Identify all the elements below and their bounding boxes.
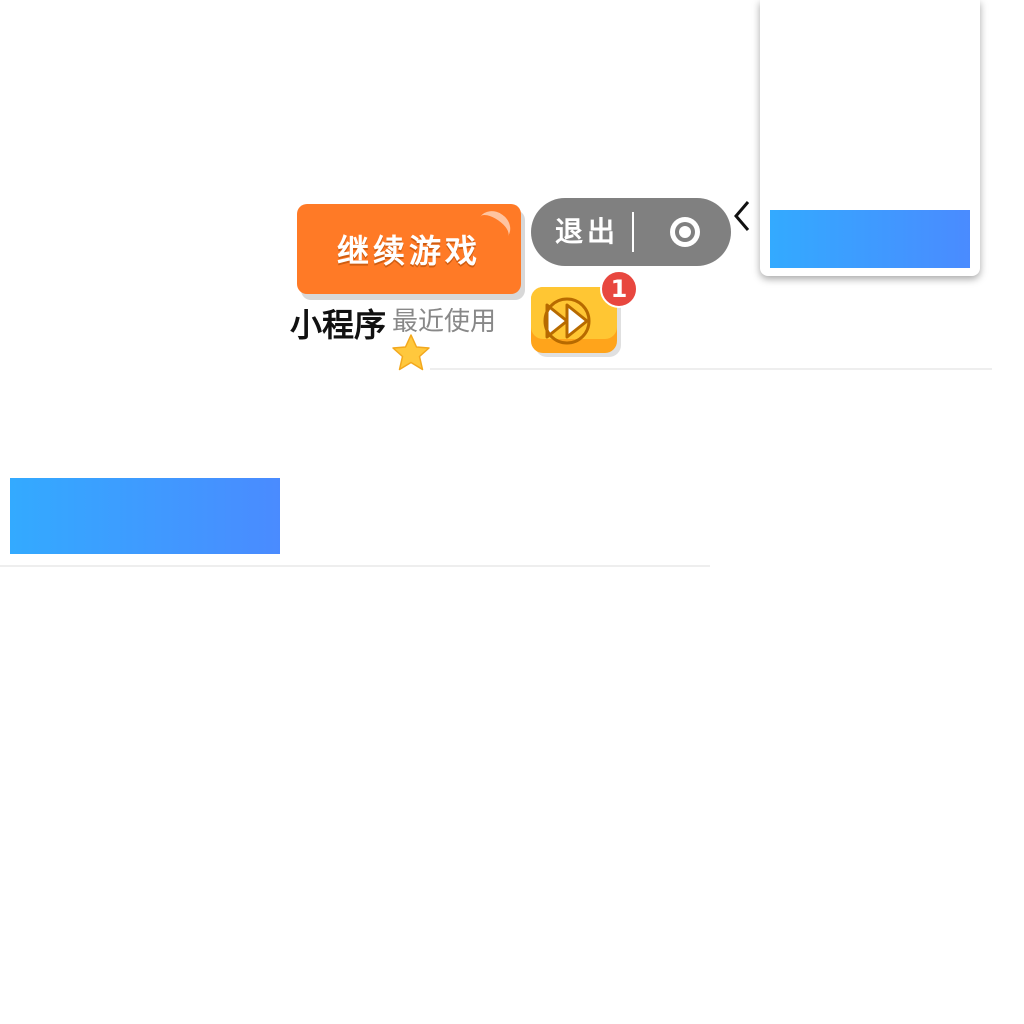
divider-middle [0,565,710,567]
left-action-bar[interactable] [10,478,280,554]
side-panel-card [760,0,980,276]
continue-game-label: 继续游戏 [336,232,481,270]
screen: 继续游戏 退出 1 小程序 最近使用 [0,0,1024,1024]
capsule-separator [632,212,634,252]
mini-program-title: 小程序 [290,306,387,344]
badge-count: 1 [610,275,628,303]
star-icon [392,334,430,371]
continue-game-button[interactable]: 继续游戏 [297,204,521,294]
mini-program-capsule: 退出 [531,198,731,266]
chevron-left-icon[interactable] [730,198,754,234]
exit-button[interactable]: 退出 [555,198,619,266]
side-panel-action-bar[interactable] [770,210,970,268]
divider-top [430,368,992,370]
notification-badge: 1 [600,270,638,308]
target-icon[interactable] [667,214,703,250]
fast-forward-icon [543,297,591,345]
